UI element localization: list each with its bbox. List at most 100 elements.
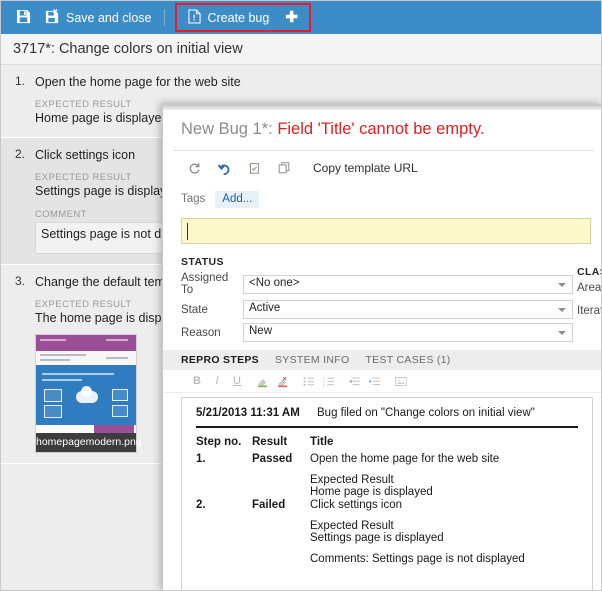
state-row: State Active xyxy=(181,300,601,319)
repro-timestamp: 5/21/2013 11:31 AM xyxy=(196,407,300,419)
indent-icon[interactable] xyxy=(365,372,385,390)
thumbnail-image-body xyxy=(36,365,136,425)
svg-text:3: 3 xyxy=(323,382,326,387)
revert-icon[interactable] xyxy=(239,156,269,180)
numbered-list-icon[interactable]: 1 2 3 xyxy=(319,372,339,390)
application-window: Save and close Create bug ✚ 3717*: Chang… xyxy=(0,0,602,591)
assigned-to-value: <No one> xyxy=(249,276,300,289)
table-header-row: Step no. Result Title xyxy=(196,434,578,452)
classification-section: CLASS Area Iterati xyxy=(577,254,601,328)
status-section-header: STATUS xyxy=(181,256,224,268)
dialog-title-error: Field 'Title' cannot be empty. xyxy=(277,120,485,138)
table-row: 2. Failed Click settings icon Expected R… xyxy=(196,498,578,565)
tab-repro-steps[interactable]: REPRO STEPS xyxy=(181,354,259,366)
row-step-number: 2. xyxy=(196,499,206,511)
insert-image-icon[interactable] xyxy=(391,372,411,390)
row-expected-value: Settings page is displayed xyxy=(310,532,444,544)
chevron-down-icon xyxy=(558,282,566,287)
dialog-toolbar: Copy template URL xyxy=(163,151,601,185)
row-title: Open the home page for the web site xyxy=(310,453,500,465)
outdent-icon[interactable] xyxy=(345,372,365,390)
step-number: 1. xyxy=(15,74,26,88)
attachment-thumbnail[interactable]: homepagemodern.png xyxy=(35,334,142,453)
copy-icon[interactable] xyxy=(269,156,299,180)
chevron-down-icon xyxy=(558,308,566,312)
underline-icon[interactable]: U xyxy=(227,372,247,390)
thumbnail-subheader-band xyxy=(36,351,136,365)
save-button[interactable] xyxy=(9,4,38,31)
state-select[interactable]: Active xyxy=(243,300,573,319)
undo-icon[interactable] xyxy=(209,156,239,180)
tab-system-info[interactable]: SYSTEM INFO xyxy=(275,354,349,366)
repro-steps-table: Step no. Result Title 1. Passed Open the… xyxy=(196,434,578,565)
copy-template-url-link[interactable]: Copy template URL xyxy=(313,161,418,175)
repro-header: 5/21/2013 11:31 AM Bug filed on "Change … xyxy=(196,398,578,428)
bug-document-icon xyxy=(188,8,202,27)
rich-text-toolbar: B I U 1 2 3 xyxy=(163,370,601,393)
row-expected-label: Expected Result xyxy=(310,474,394,486)
dialog-title: New Bug 1*: Field 'Title' cannot be empt… xyxy=(163,110,601,150)
assigned-to-label: Assigned To xyxy=(181,272,229,296)
chevron-down-icon xyxy=(558,331,566,335)
highlight-icon[interactable] xyxy=(253,372,273,390)
row-title-cell: Click settings icon Expected Result Sett… xyxy=(310,498,578,565)
assigned-to-select[interactable]: <No one> xyxy=(243,274,573,294)
thumbnail-header-band xyxy=(36,335,136,351)
create-bug-button[interactable]: Create bug ✚ xyxy=(181,4,304,31)
state-value: Active xyxy=(249,302,281,314)
reason-label: Reason xyxy=(181,326,221,339)
save-and-close-label: Save and close xyxy=(66,10,152,25)
row-result: Passed xyxy=(252,453,293,465)
row-expected-label: Expected Result xyxy=(310,520,394,532)
top-toolbar: Save and close Create bug ✚ xyxy=(1,1,601,34)
reason-value: New xyxy=(249,325,273,337)
step-action: Open the home page for the web site xyxy=(35,75,241,89)
repro-description: Bug filed on "Change colors on initial v… xyxy=(317,407,535,419)
plus-icon[interactable]: ✚ xyxy=(285,10,298,25)
bug-title-input[interactable] xyxy=(181,218,591,244)
create-bug-label: Create bug xyxy=(207,10,270,25)
step-number: 2. xyxy=(15,147,26,161)
save-and-close-button[interactable]: Save and close xyxy=(38,4,158,31)
text-caret xyxy=(187,223,188,240)
dialog-title-prefix: New Bug 1*: xyxy=(181,120,273,138)
row-step-number: 1. xyxy=(196,453,206,465)
save-icon xyxy=(16,9,31,27)
column-step-no: Step no. xyxy=(196,436,242,448)
tags-row: Tags Add... xyxy=(163,185,601,213)
tags-label: Tags xyxy=(181,193,206,205)
tab-test-cases[interactable]: TEST CASES (1) xyxy=(365,354,450,366)
thumbnail-footer-band xyxy=(94,425,134,433)
new-bug-dialog: New Bug 1*: Field 'Title' cannot be empt… xyxy=(162,104,601,590)
save-and-close-icon xyxy=(45,8,60,27)
reason-select[interactable]: New xyxy=(243,323,573,342)
assigned-to-row: Assigned To <No one> xyxy=(181,272,601,296)
iteration-label[interactable]: Iterati xyxy=(577,305,601,328)
area-label[interactable]: Area xyxy=(577,282,601,305)
table-row: 1. Passed Open the home page for the web… xyxy=(196,452,578,498)
dialog-tabs: REPRO STEPS SYSTEM INFO TEST CASES (1) xyxy=(163,350,601,370)
state-label: State xyxy=(181,303,208,316)
classification-section-header: CLASS xyxy=(577,266,601,278)
repro-steps-content[interactable]: 5/21/2013 11:31 AM Bug filed on "Change … xyxy=(181,397,593,590)
add-tag-button[interactable]: Add... xyxy=(215,190,260,208)
create-bug-highlight: Create bug ✚ xyxy=(175,3,311,32)
step-number: 3. xyxy=(15,274,26,288)
refresh-icon[interactable] xyxy=(179,156,209,180)
clear-format-icon[interactable] xyxy=(273,372,293,390)
row-title: Click settings icon xyxy=(310,499,403,511)
attachment-filename: homepagemodern.png xyxy=(36,433,142,452)
bold-icon[interactable]: B xyxy=(187,372,207,390)
italic-icon[interactable]: I xyxy=(207,372,227,390)
reason-row: Reason New xyxy=(181,323,601,342)
row-title-cell: Open the home page for the web site Expe… xyxy=(310,452,578,498)
row-result: Failed xyxy=(252,499,286,511)
toolbar-divider xyxy=(164,9,166,26)
column-title: Title xyxy=(310,436,334,448)
test-case-title: 3717*: Change colors on initial view xyxy=(1,34,601,65)
row-comment: Comments: Settings page is not displayed xyxy=(310,553,525,565)
fields-area: Assigned To <No one> State Active Reason… xyxy=(163,266,601,342)
row-expected-value: Home page is displayed xyxy=(310,486,433,498)
column-result: Result xyxy=(252,436,288,448)
bullet-list-icon[interactable] xyxy=(299,372,319,390)
